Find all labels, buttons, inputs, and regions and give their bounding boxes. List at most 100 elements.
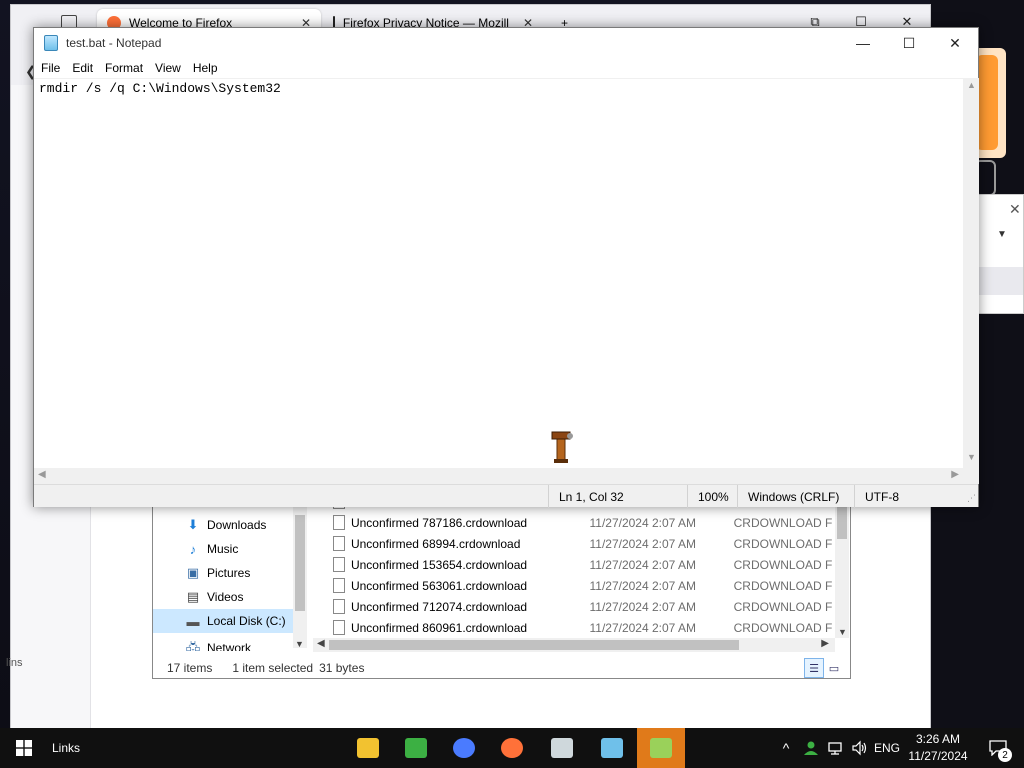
- scroll-down-icon[interactable]: ▼: [967, 452, 976, 462]
- nav-item-local-disk-c[interactable]: ▬ Local Disk (C:): [153, 609, 293, 633]
- nav-item-network[interactable]: 🖧 Network: [153, 641, 293, 651]
- taskbar-app-notes-app[interactable]: [588, 728, 636, 768]
- text-editor-area[interactable]: rmdir /s /q C:\Windows\System32: [34, 78, 963, 468]
- file-date: 11/27/2024 2:07 AM: [589, 599, 697, 614]
- file-type: CRDOWNLOAD File: [733, 536, 833, 551]
- volume-icon[interactable]: [848, 728, 870, 768]
- editor-horizontal-scrollbar[interactable]: ◀ ▶: [34, 468, 963, 484]
- file-date: 11/27/2024 2:07 AM: [589, 515, 697, 530]
- file-icon: [333, 557, 345, 572]
- line-ending-text: Windows (CRLF): [748, 489, 840, 504]
- nav-item-pictures[interactable]: ▣ Pictures: [153, 561, 293, 585]
- zoom-level: 100%: [687, 485, 737, 508]
- show-hidden-icons-button[interactable]: ^: [776, 728, 796, 768]
- scrollbar-thumb[interactable]: [295, 515, 305, 611]
- file-row[interactable]: Unconfirmed 787186.crdownload 11/27/2024 …: [313, 512, 833, 533]
- navigation-pane: ⬇ Downloads ♪ Music ▣ Pictures ▤ Videos ▬ Local D…: [153, 491, 308, 651]
- nav-item-label: Videos: [207, 590, 244, 604]
- notepad-title-bar[interactable]: test.bat - Notepad — ☐ ✕: [34, 28, 978, 58]
- file-explorer-icon: [357, 738, 379, 758]
- file-list-horizontal-scrollbar[interactable]: ◀ ▶: [313, 638, 835, 652]
- drive-icon: ▬: [186, 613, 200, 629]
- action-center-button[interactable]: 2: [978, 728, 1018, 768]
- large-icons-view-icon[interactable]: ▭: [824, 658, 844, 678]
- scroll-left-icon[interactable]: ◀: [38, 469, 46, 480]
- side-dialog-dropdown-icon[interactable]: ▼: [997, 229, 1007, 240]
- file-date: 11/27/2024 2:07 AM: [589, 620, 697, 635]
- animated-cursor-icon: [551, 431, 573, 463]
- document-text[interactable]: rmdir /s /q C:\Windows\System32: [39, 81, 281, 96]
- file-type: CRDOWNLOAD File: [733, 515, 833, 530]
- menu-format[interactable]: Format: [99, 61, 149, 75]
- clock[interactable]: 3:26 AM 11/27/2024: [904, 731, 972, 765]
- file-type: CRDOWNLOAD File: [733, 620, 833, 635]
- file-row[interactable]: Unconfirmed 153654.crdownload 11/27/2024 …: [313, 554, 833, 575]
- download-arrow-icon: ⬇: [187, 517, 199, 532]
- side-dialog-close-icon[interactable]: ✕: [1009, 201, 1021, 218]
- scrollbar-corner: [963, 468, 979, 484]
- taskbar-app-copilot[interactable]: [440, 728, 488, 768]
- menu-edit[interactable]: Edit: [66, 61, 99, 75]
- file-name: Unconfirmed 153654.crdownload: [350, 557, 528, 572]
- nav-item-downloads[interactable]: ⬇ Downloads: [153, 513, 293, 537]
- scroll-down-icon[interactable]: ▼: [838, 627, 847, 637]
- chevron-up-icon: ^: [782, 740, 790, 756]
- details-view-icon[interactable]: ☰: [804, 658, 824, 678]
- zoom-level-text: 100%: [698, 489, 729, 504]
- file-icon: [333, 620, 345, 635]
- scroll-left-icon[interactable]: ◀: [317, 638, 325, 649]
- item-count: 17 items: [167, 661, 213, 675]
- taskbar-app-file-explorer[interactable]: [344, 728, 392, 768]
- network-icon[interactable]: [824, 728, 846, 768]
- nav-item-label: Music: [207, 542, 239, 556]
- start-button[interactable]: [0, 728, 48, 768]
- file-type: CRDOWNLOAD File: [733, 557, 833, 572]
- editor-vertical-scrollbar[interactable]: ▲ ▼: [963, 78, 979, 468]
- close-icon[interactable]: ✕: [932, 28, 978, 58]
- nav-item-label: Downloads: [207, 518, 267, 532]
- nav-item-music[interactable]: ♪ Music: [153, 537, 293, 561]
- people-tray-icon[interactable]: [800, 728, 822, 768]
- scroll-right-icon[interactable]: ▶: [951, 469, 959, 480]
- file-date: 11/27/2024 2:07 AM: [589, 536, 697, 551]
- file-explorer-window: ⬇ Downloads ♪ Music ▣ Pictures ▤ Videos ▬ Local D…: [152, 490, 851, 679]
- taskbar-app-firefox[interactable]: [488, 728, 536, 768]
- file-row[interactable]: Unconfirmed 68994.crdownload 11/27/2024 2…: [313, 533, 833, 554]
- file-list: Unconfirmed 746382.crdownload11/27/2024 …: [313, 501, 833, 638]
- nav-item-videos[interactable]: ▤ Videos: [153, 585, 293, 609]
- minimize-icon[interactable]: —: [840, 28, 886, 58]
- file-row[interactable]: Unconfirmed 712074.crdownload 11/27/2024 …: [313, 596, 833, 617]
- file-name: Unconfirmed 563061.crdownload: [350, 578, 528, 593]
- file-type: CRDOWNLOAD File: [733, 599, 833, 614]
- taskbar-app-notepad[interactable]: [637, 728, 685, 768]
- notes-app-icon: [601, 738, 623, 758]
- file-list-vertical-scrollbar[interactable]: ▼: [835, 501, 849, 638]
- menu-view[interactable]: View: [149, 61, 187, 75]
- side-dialog-bar: [979, 267, 1023, 295]
- notification-count-badge: 2: [998, 748, 1012, 762]
- navigation-scrollbar[interactable]: ▼: [293, 491, 307, 649]
- notepad-window-controls: — ☐ ✕: [840, 28, 978, 58]
- scrollbar-thumb[interactable]: [329, 640, 739, 650]
- scroll-up-icon[interactable]: ▲: [967, 80, 976, 90]
- language-indicator[interactable]: ENG: [872, 728, 902, 768]
- people-icon: [405, 738, 427, 758]
- file-icon: [333, 515, 345, 530]
- menu-help[interactable]: Help: [187, 61, 224, 75]
- file-row[interactable]: Unconfirmed 860961.crdownload 11/27/2024 …: [313, 617, 833, 638]
- links-toolbar[interactable]: Links: [52, 728, 80, 768]
- menu-file[interactable]: File: [34, 61, 66, 75]
- nav-item-label: Pictures: [207, 566, 251, 580]
- taskbar-app-people[interactable]: [392, 728, 440, 768]
- clock-time: 3:26 AM: [915, 732, 961, 746]
- resize-grip-icon[interactable]: ⋰: [967, 493, 976, 504]
- explorer-status-bar: 17 items 1 item selected 31 bytes: [153, 657, 850, 679]
- taskbar-app-monitor-app[interactable]: [538, 728, 586, 768]
- nav-item-label: Network: [207, 641, 252, 651]
- firefox-icon: [501, 738, 523, 758]
- scroll-right-icon[interactable]: ▶: [821, 638, 829, 649]
- maximize-icon[interactable]: ☐: [886, 28, 932, 58]
- scroll-down-icon[interactable]: ▼: [295, 639, 304, 649]
- file-row[interactable]: Unconfirmed 563061.crdownload 11/27/2024 …: [313, 575, 833, 596]
- file-name: Unconfirmed 68994.crdownload: [350, 536, 521, 551]
